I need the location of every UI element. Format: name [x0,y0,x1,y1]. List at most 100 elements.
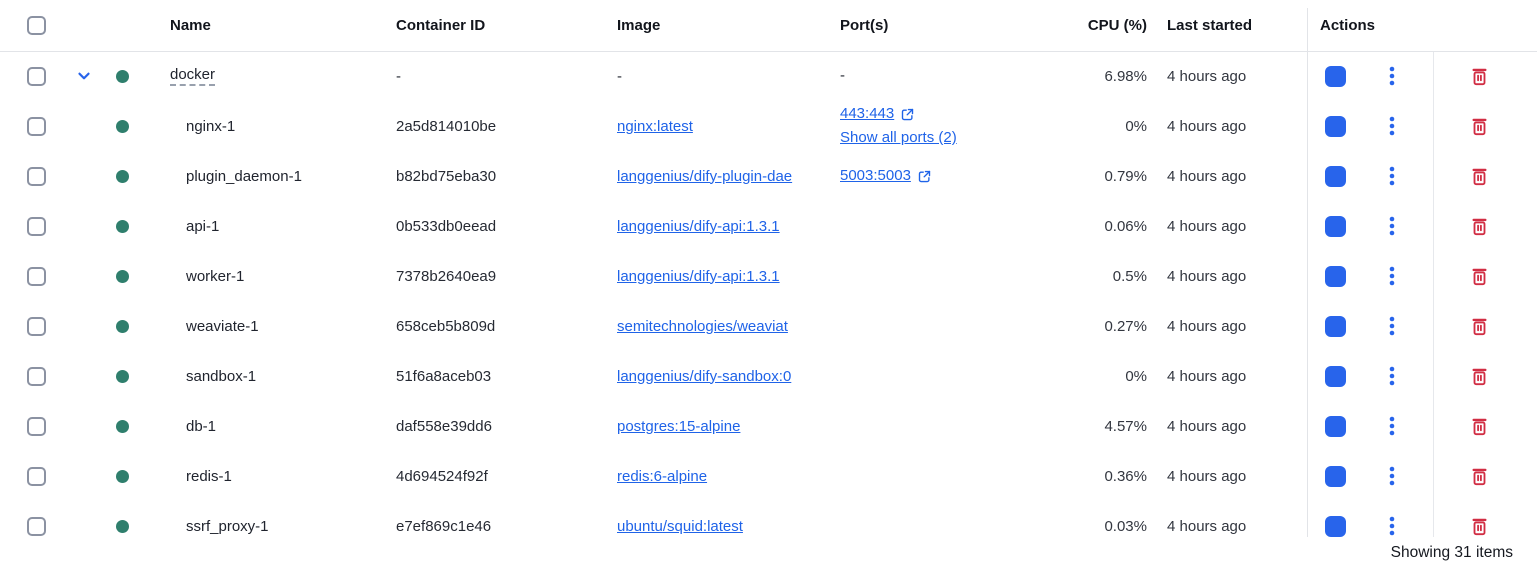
last-started: 4 hours ago [1167,268,1246,285]
last-started: 4 hours ago [1167,218,1246,235]
port-entry: 5003:5003 [840,164,932,188]
container-name[interactable]: ssrf_proxy-1 [170,518,269,535]
containers-table-view: Name Container ID Image Port(s) CPU (%) … [0,0,1537,575]
actions-column-divider [1307,8,1308,537]
port-entry: 443:443 [840,102,957,126]
kebab-menu-icon[interactable] [1383,265,1401,287]
trash-icon[interactable] [1468,315,1490,337]
image-link[interactable]: redis:6-alpine [617,468,707,485]
kebab-menu-icon[interactable] [1383,415,1401,437]
container-id: 51f6a8aceb03 [396,368,491,385]
image-link[interactable]: langgenius/dify-api:1.3.1 [617,268,780,285]
kebab-menu-icon[interactable] [1383,165,1401,187]
container-name[interactable]: weaviate-1 [170,318,259,335]
trash-icon[interactable] [1468,115,1490,137]
status-running-dot [116,120,129,133]
column-header-container-id: Container ID [396,17,485,34]
select-all-checkbox[interactable] [27,16,46,35]
cpu-value: 0.03% [1104,518,1147,535]
port-text: - [840,64,845,88]
stop-button[interactable] [1325,166,1346,187]
chevron-down-icon[interactable] [74,66,94,86]
container-name[interactable]: docker [170,66,215,86]
image-link[interactable]: langgenius/dify-sandbox:0 [617,368,791,385]
container-id: 0b533db0eead [396,218,496,235]
stop-button[interactable] [1325,366,1346,387]
row-checkbox[interactable] [27,67,46,86]
row-checkbox[interactable] [27,317,46,336]
container-name[interactable]: sandbox-1 [170,368,256,385]
last-started: 4 hours ago [1167,368,1246,385]
kebab-menu-icon[interactable] [1383,215,1401,237]
container-name[interactable]: redis-1 [170,468,232,485]
kebab-menu-icon[interactable] [1383,315,1401,337]
image-link[interactable]: postgres:15-alpine [617,418,740,435]
stop-button[interactable] [1325,316,1346,337]
row-checkbox[interactable] [27,167,46,186]
last-started: 4 hours ago [1167,418,1246,435]
container-name[interactable]: plugin_daemon-1 [170,168,302,185]
stop-button[interactable] [1325,516,1346,537]
column-header-ports: Port(s) [840,17,888,34]
image-link[interactable]: langgenius/dify-plugin-dae [617,168,792,185]
container-name[interactable]: nginx-1 [170,118,235,135]
stop-button[interactable] [1325,416,1346,437]
row-checkbox[interactable] [27,117,46,136]
stop-button[interactable] [1325,266,1346,287]
last-started: 4 hours ago [1167,318,1246,335]
kebab-menu-icon[interactable] [1383,365,1401,387]
trash-icon[interactable] [1468,265,1490,287]
trash-icon[interactable] [1468,215,1490,237]
stop-button[interactable] [1325,66,1346,87]
row-checkbox[interactable] [27,217,46,236]
kebab-menu-icon[interactable] [1383,515,1401,537]
stop-button[interactable] [1325,466,1346,487]
cpu-value: 0.36% [1104,468,1147,485]
trash-icon[interactable] [1468,465,1490,487]
column-header-last-started: Last started [1167,17,1252,34]
kebab-menu-icon[interactable] [1383,115,1401,137]
kebab-menu-icon[interactable] [1383,65,1401,87]
cpu-value: 0.06% [1104,218,1147,235]
port-entry: - [840,64,845,88]
container-id: - [396,68,401,85]
row-checkbox[interactable] [27,517,46,536]
row-checkbox[interactable] [27,267,46,286]
last-started: 4 hours ago [1167,468,1246,485]
status-running-dot [116,370,129,383]
ports-cell: 5003:5003 [840,164,932,188]
trash-icon[interactable] [1468,65,1490,87]
row-checkbox[interactable] [27,467,46,486]
trash-icon[interactable] [1468,415,1490,437]
row-checkbox[interactable] [27,367,46,386]
port-link[interactable]: 443:443 [840,102,894,126]
cpu-value: 0% [1125,118,1147,135]
cpu-value: 0.27% [1104,318,1147,335]
container-name[interactable]: api-1 [170,218,219,235]
status-running-dot [116,170,129,183]
stop-button[interactable] [1325,216,1346,237]
trash-icon[interactable] [1468,515,1490,537]
image-link[interactable]: ubuntu/squid:latest [617,518,743,535]
image-name: - [617,68,622,85]
status-running-dot [116,420,129,433]
image-link[interactable]: semitechnologies/weaviat [617,318,788,335]
container-id: 658ceb5b809d [396,318,495,335]
image-link[interactable]: langgenius/dify-api:1.3.1 [617,218,780,235]
kebab-menu-icon[interactable] [1383,465,1401,487]
column-header-name: Name [170,17,211,34]
column-header-image: Image [617,17,660,34]
column-header-cpu: CPU (%) [1088,17,1147,34]
row-checkbox[interactable] [27,417,46,436]
image-link[interactable]: nginx:latest [617,118,693,135]
trash-icon[interactable] [1468,165,1490,187]
trash-icon[interactable] [1468,365,1490,387]
container-name[interactable]: db-1 [170,418,216,435]
status-running-dot [116,470,129,483]
cpu-value: 0.5% [1113,268,1147,285]
ports-cell: 443:443 Show all ports (2) [840,102,957,150]
container-name[interactable]: worker-1 [170,268,244,285]
port-link[interactable]: Show all ports (2) [840,126,957,150]
stop-button[interactable] [1325,116,1346,137]
port-link[interactable]: 5003:5003 [840,164,911,188]
